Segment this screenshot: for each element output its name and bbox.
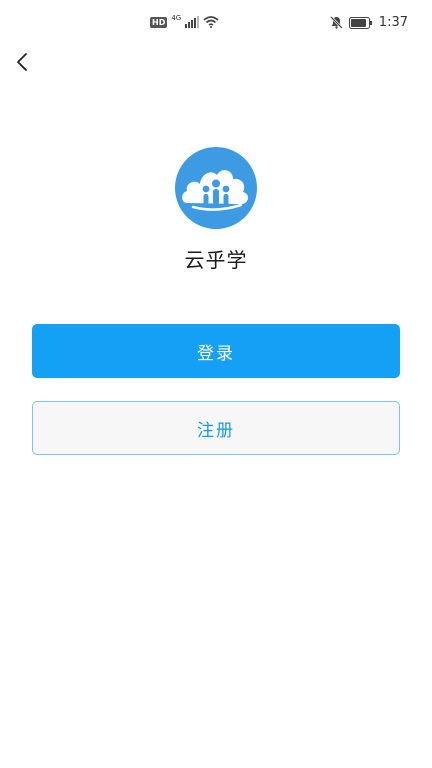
wifi-icon (203, 16, 219, 28)
cloud-people-logo (175, 147, 257, 229)
login-button[interactable]: 登录 (32, 324, 400, 378)
bell-off-icon (329, 16, 343, 29)
status-indicators: HD 4G (150, 14, 219, 28)
status-time: 1:37 (378, 15, 408, 30)
status-bar: HD 4G 1:37 (0, 0, 432, 48)
network-type: 4G (171, 14, 182, 22)
app-logo (175, 147, 257, 229)
chevron-left-icon (17, 53, 27, 71)
status-right: 1:37 (329, 15, 408, 30)
app-name: 云乎学 (184, 248, 248, 272)
cellular-signal-icon (185, 16, 200, 28)
hd-badge: HD (150, 16, 168, 28)
back-button[interactable] (8, 48, 36, 76)
battery-icon (348, 16, 372, 29)
register-button[interactable]: 注册 (32, 401, 400, 455)
